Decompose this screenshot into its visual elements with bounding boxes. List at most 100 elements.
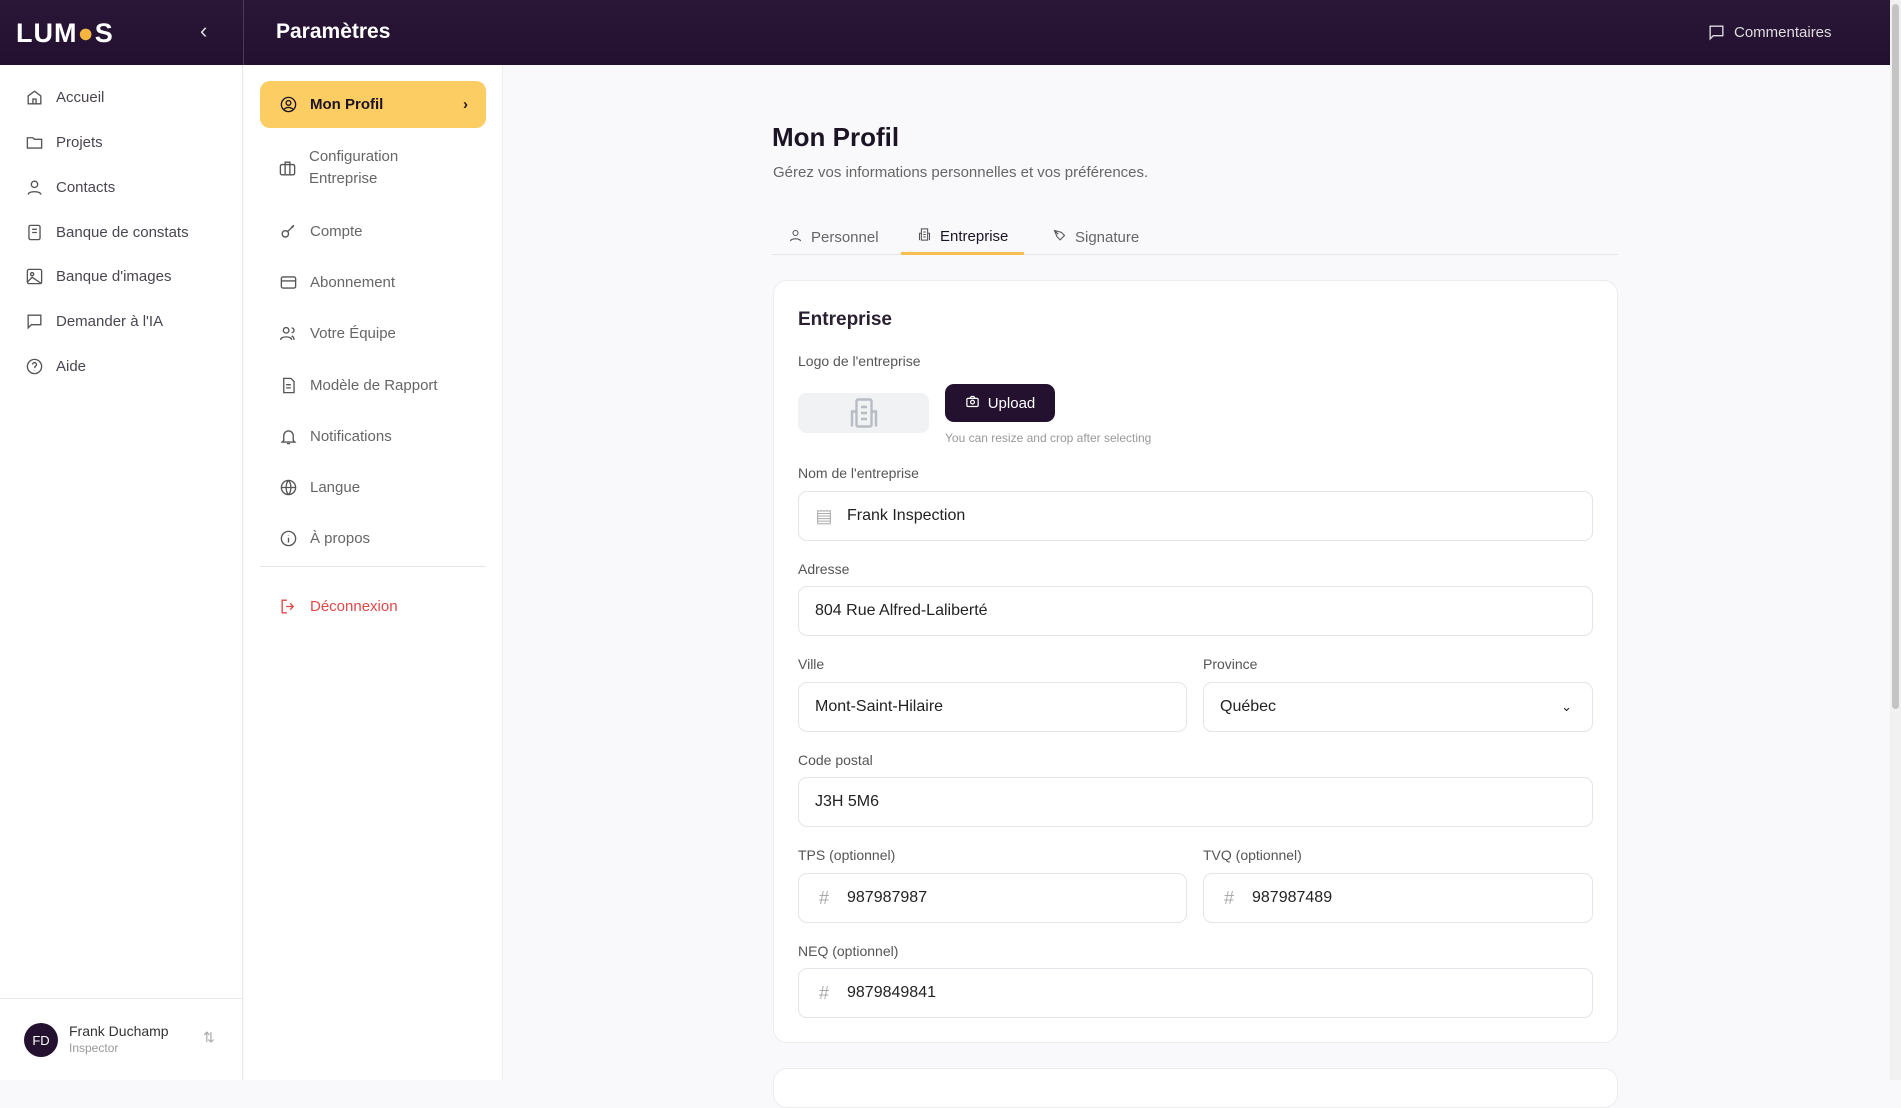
avatar: FD xyxy=(24,1023,58,1057)
upload-button[interactable]: Upload xyxy=(945,384,1055,422)
sidebar-item-banque-images[interactable]: Banque d'images xyxy=(24,266,171,286)
input-value: Frank Inspection xyxy=(847,507,966,524)
input-value: Mont-Saint-Hilaire xyxy=(815,698,944,715)
logo-label: Logo de l'entreprise xyxy=(798,353,921,369)
input-value: 9879849841 xyxy=(847,984,936,1001)
upload-label: Upload xyxy=(987,394,1036,412)
tps-label: TPS (optionnel) xyxy=(798,847,896,863)
building-icon xyxy=(917,227,932,246)
settings-item-modele-rapport[interactable]: Modèle de Rapport xyxy=(260,375,486,395)
folder-icon xyxy=(24,132,44,152)
settings-item-configuration-entreprise[interactable]: Configuration Entreprise xyxy=(260,146,460,190)
province-select[interactable]: Québec ⌄ xyxy=(1203,682,1593,732)
tab-label: Entreprise xyxy=(940,227,1009,245)
settings-item-compte[interactable]: Compte xyxy=(260,221,486,241)
sidebar-item-banque-constats[interactable]: Banque de constats xyxy=(24,222,189,242)
sidebar-item-aide[interactable]: Aide xyxy=(24,356,86,376)
settings-item-label: Configuration Entreprise xyxy=(309,148,399,187)
scrollbar-thumb[interactable] xyxy=(1892,4,1899,709)
main-sidebar: Accueil Projets Contacts Banque de const… xyxy=(0,65,243,1080)
upload-hint: You can resize and crop after selecting xyxy=(945,431,1152,445)
sidebar-item-demander-ia[interactable]: Demander à l'IA xyxy=(24,311,163,331)
logout-label: Déconnexion xyxy=(310,597,398,615)
company-logo-placeholder xyxy=(798,393,929,433)
tvq-label: TVQ (optionnel) xyxy=(1203,847,1302,863)
settings-item-votre-equipe[interactable]: Votre Équipe xyxy=(260,323,486,343)
user-circle-icon xyxy=(278,95,298,115)
briefcase-icon xyxy=(278,158,297,178)
tab-label: Signature xyxy=(1075,229,1140,246)
help-icon xyxy=(24,356,44,376)
lumos-logo: LUM●S xyxy=(16,18,114,48)
sidebar-item-label: Accueil xyxy=(56,88,105,106)
tab-entreprise[interactable]: Entreprise xyxy=(901,220,1025,255)
key-icon xyxy=(278,221,298,241)
logout-icon xyxy=(278,596,298,616)
address-input[interactable]: 804 Rue Alfred-Laliberté xyxy=(798,586,1593,636)
globe-icon xyxy=(278,477,298,497)
settings-item-a-propos[interactable]: À propos xyxy=(260,528,486,548)
settings-item-label: Modèle de Rapport xyxy=(310,376,438,394)
settings-item-label: Compte xyxy=(310,222,363,240)
chat-icon xyxy=(24,311,44,331)
user-role: Inspector xyxy=(69,1041,119,1055)
scrollbar[interactable] xyxy=(1890,0,1901,1080)
credit-card-icon xyxy=(278,272,298,292)
settings-item-label: Votre Équipe xyxy=(310,324,396,342)
file-text-icon xyxy=(278,375,298,395)
sidebar-item-label: Demander à l'IA xyxy=(56,312,164,330)
tvq-input[interactable]: #987987489 xyxy=(1203,873,1593,923)
settings-item-notifications[interactable]: Notifications xyxy=(260,426,486,446)
sidebar-item-label: Aide xyxy=(56,357,87,375)
tps-input[interactable]: #987987987 xyxy=(798,873,1187,923)
swap-icon[interactable]: ⇅ xyxy=(203,1029,215,1046)
user-icon xyxy=(788,228,803,247)
comments-label: Commentaires xyxy=(1734,23,1832,41)
province-label: Province xyxy=(1203,656,1258,672)
city-label: Ville xyxy=(798,656,825,672)
settings-item-langue[interactable]: Langue xyxy=(260,477,486,497)
next-card xyxy=(773,1068,1618,1108)
user-name: Frank Duchamp xyxy=(69,1023,169,1039)
sidebar-item-label: Contacts xyxy=(56,178,116,196)
info-icon xyxy=(278,528,298,548)
tab-label: Personnel xyxy=(811,229,879,246)
home-icon xyxy=(24,87,44,107)
hash-icon: # xyxy=(1223,887,1234,908)
settings-item-abonnement[interactable]: Abonnement xyxy=(260,272,486,292)
neq-input[interactable]: #9879849841 xyxy=(798,968,1593,1018)
comment-icon xyxy=(1706,22,1726,42)
sidebar-item-projets[interactable]: Projets xyxy=(24,132,103,152)
select-value: Québec xyxy=(1220,698,1277,715)
name-label: Nom de l'entreprise xyxy=(798,465,919,481)
settings-item-label: Notifications xyxy=(310,427,392,445)
settings-item-mon-profil[interactable]: Mon Profil › xyxy=(260,81,486,128)
postal-code-input[interactable]: J3H 5M6 xyxy=(798,777,1593,827)
profile-tabs: Personnel Entreprise Signature xyxy=(772,214,1618,255)
sidebar-item-contacts[interactable]: Contacts xyxy=(24,177,115,197)
hash-icon: # xyxy=(818,982,829,1003)
city-input[interactable]: Mont-Saint-Hilaire xyxy=(798,682,1187,732)
input-value: 987987987 xyxy=(847,889,928,906)
settings-nav: Mon Profil › Configuration Entreprise Com… xyxy=(244,65,503,1080)
bell-icon xyxy=(278,426,298,446)
users-icon xyxy=(278,323,298,343)
building-icon: ▤ xyxy=(815,505,833,526)
sidebar-item-accueil[interactable]: Accueil xyxy=(24,87,104,107)
building-icon xyxy=(850,398,877,428)
user-profile-switcher[interactable]: FD Frank Duchamp Inspector ⇅ xyxy=(0,998,243,1080)
input-value: 987987489 xyxy=(1252,889,1333,906)
logout-button[interactable]: Déconnexion xyxy=(260,596,486,616)
divider xyxy=(260,566,486,567)
image-icon xyxy=(24,266,44,286)
tab-signature[interactable]: Signature xyxy=(1036,220,1155,255)
tab-personnel[interactable]: Personnel xyxy=(772,220,895,255)
collapse-sidebar-button[interactable]: ‹ xyxy=(200,18,207,44)
user-icon xyxy=(24,177,44,197)
section-subtitle: Gérez vos informations personnelles et v… xyxy=(773,164,1149,181)
neq-label: NEQ (optionnel) xyxy=(798,943,899,959)
settings-item-label: À propos xyxy=(310,529,371,547)
sidebar-item-label: Projets xyxy=(56,133,103,151)
comments-button[interactable]: Commentaires xyxy=(1706,22,1832,42)
company-name-input[interactable]: ▤ Frank Inspection xyxy=(798,491,1593,541)
